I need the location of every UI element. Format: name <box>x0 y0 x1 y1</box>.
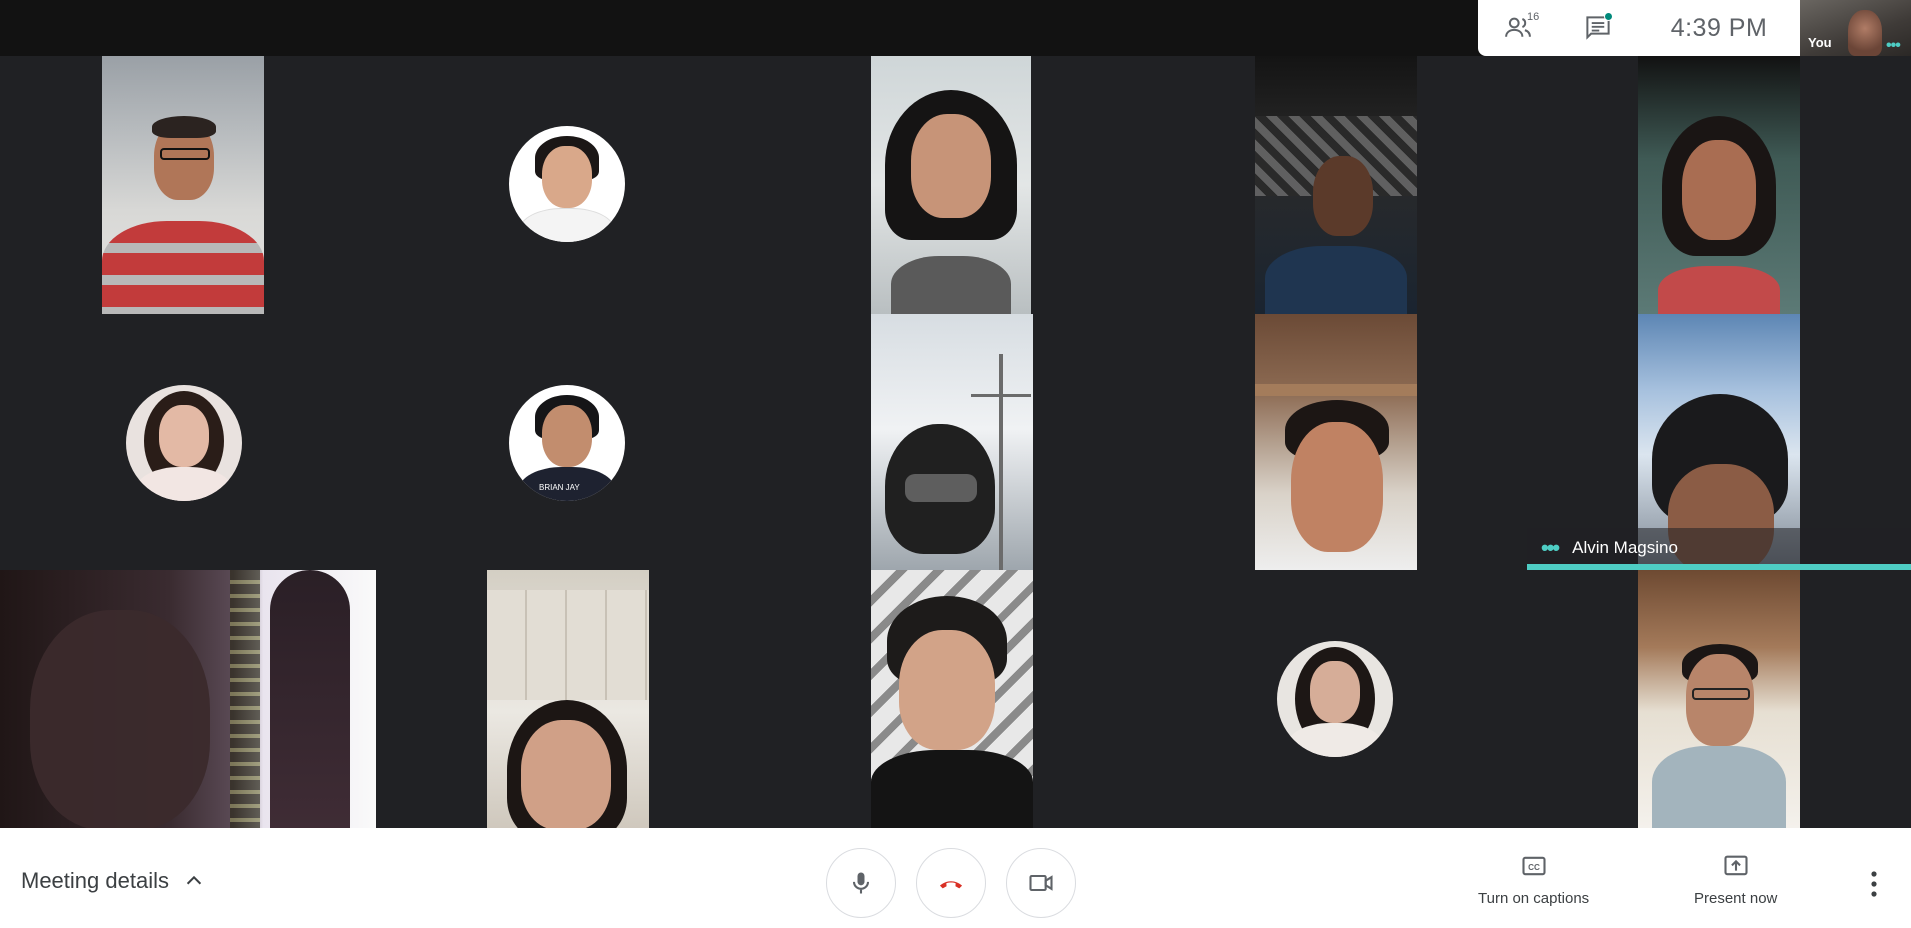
speaker-name: Alvin Magsino <box>1572 538 1678 557</box>
avatar-name-text: BRIAN JAY <box>539 483 580 492</box>
meeting-details-button[interactable]: Meeting details <box>21 868 205 894</box>
participant-video[interactable] <box>0 570 376 828</box>
self-video-tile[interactable]: You ••• <box>1800 0 1911 56</box>
participant-video[interactable] <box>1255 56 1417 314</box>
present-now-button[interactable]: Present now <box>1694 852 1777 907</box>
participant-avatar[interactable]: BRIAN JAY <box>509 385 625 501</box>
clock: 4:39 PM <box>1670 13 1768 42</box>
chat-button[interactable] <box>1558 0 1638 56</box>
participant-video[interactable] <box>1638 570 1800 828</box>
speaker-highlight-bar <box>1527 564 1911 570</box>
captions-icon: CC <box>1522 856 1546 876</box>
microphone-button[interactable] <box>826 848 896 918</box>
camera-button[interactable] <box>1006 848 1076 918</box>
more-vert-icon[interactable] <box>1862 866 1886 902</box>
participant-video[interactable] <box>487 570 649 828</box>
microphone-icon <box>852 872 870 894</box>
participant-video[interactable] <box>871 314 1033 570</box>
self-label: You <box>1808 35 1832 50</box>
participants-button[interactable]: 16 <box>1478 0 1558 56</box>
present-now-label: Present now <box>1694 890 1778 907</box>
active-speaker-label: ••• Alvin Magsino <box>1527 528 1911 568</box>
camera-icon <box>1029 874 1053 892</box>
participant-video[interactable] <box>1638 56 1800 314</box>
leave-call-button[interactable] <box>916 848 986 918</box>
chat-notification-dot <box>1604 12 1613 21</box>
participant-avatar[interactable] <box>509 126 625 242</box>
participant-video[interactable] <box>102 56 264 314</box>
chevron-up-icon <box>186 875 202 885</box>
meet-call-window: 16 4:39 PM You ••• BRIAN JAY ••• Alvin M… <box>0 0 1911 928</box>
self-video <box>1848 10 1882 56</box>
participant-avatar[interactable] <box>1277 641 1393 757</box>
captions-label: Turn on captions <box>1478 890 1590 907</box>
participant-grid: BRIAN JAY <box>0 56 1911 828</box>
speaker-more-options[interactable]: ••• <box>1541 535 1560 561</box>
present-icon <box>1724 855 1748 876</box>
svg-text:CC: CC <box>1528 863 1540 872</box>
captions-button[interactable]: CC Turn on captions <box>1478 852 1589 907</box>
meeting-details-label: Meeting details <box>21 868 169 893</box>
hang-up-icon <box>939 881 963 889</box>
call-info-panel: 16 4:39 PM <box>1478 0 1800 56</box>
participant-avatar[interactable] <box>126 385 242 501</box>
participant-video[interactable] <box>871 570 1033 828</box>
self-more-options[interactable]: ••• <box>1886 37 1901 55</box>
participant-count: 16 <box>1527 11 1540 23</box>
participant-video[interactable] <box>1255 314 1417 570</box>
participant-video[interactable] <box>871 56 1031 314</box>
